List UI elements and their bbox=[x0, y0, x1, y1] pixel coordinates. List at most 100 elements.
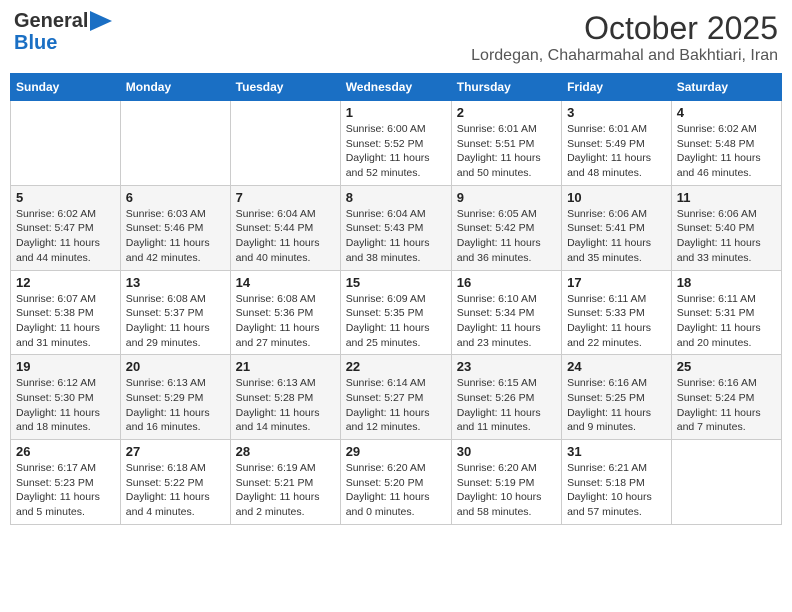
calendar-cell: 2 Sunrise: 6:01 AMSunset: 5:51 PMDaylight… bbox=[451, 101, 561, 186]
day-number: 6 bbox=[126, 190, 225, 205]
day-info: Sunrise: 6:20 AMSunset: 5:20 PMDaylight:… bbox=[346, 461, 446, 520]
calendar-week-row: 5 Sunrise: 6:02 AMSunset: 5:47 PMDaylight… bbox=[11, 185, 782, 270]
calendar-cell: 18 Sunrise: 6:11 AMSunset: 5:31 PMDayligh… bbox=[671, 270, 781, 355]
calendar-cell: 30 Sunrise: 6:20 AMSunset: 5:19 PMDayligh… bbox=[451, 440, 561, 525]
day-info: Sunrise: 6:21 AMSunset: 5:18 PMDaylight:… bbox=[567, 461, 666, 520]
day-info: Sunrise: 6:12 AMSunset: 5:30 PMDaylight:… bbox=[16, 376, 115, 435]
day-info: Sunrise: 6:10 AMSunset: 5:34 PMDaylight:… bbox=[457, 292, 556, 351]
calendar-table: SundayMondayTuesdayWednesdayThursdayFrid… bbox=[10, 73, 782, 525]
day-number: 21 bbox=[236, 359, 335, 374]
calendar-cell: 29 Sunrise: 6:20 AMSunset: 5:20 PMDayligh… bbox=[340, 440, 451, 525]
day-number: 25 bbox=[677, 359, 776, 374]
weekday-header-sunday: Sunday bbox=[11, 74, 121, 101]
day-number: 13 bbox=[126, 275, 225, 290]
day-info: Sunrise: 6:03 AMSunset: 5:46 PMDaylight:… bbox=[126, 207, 225, 266]
day-number: 5 bbox=[16, 190, 115, 205]
calendar-cell bbox=[230, 101, 340, 186]
logo-icon bbox=[90, 11, 112, 31]
calendar-cell: 9Sunrise: 6:05 AMSunset: 5:42 PMDaylight… bbox=[451, 185, 561, 270]
day-info: Sunrise: 6:05 AMSunset: 5:42 PMDaylight:… bbox=[457, 207, 556, 266]
day-number: 8 bbox=[346, 190, 446, 205]
calendar-cell: 17 Sunrise: 6:11 AMSunset: 5:33 PMDayligh… bbox=[562, 270, 672, 355]
day-info: Sunrise: 6:19 AMSunset: 5:21 PMDaylight:… bbox=[236, 461, 335, 520]
calendar-cell: 22 Sunrise: 6:14 AMSunset: 5:27 PMDayligh… bbox=[340, 355, 451, 440]
calendar-cell bbox=[120, 101, 230, 186]
day-info: Sunrise: 6:09 AMSunset: 5:35 PMDaylight:… bbox=[346, 292, 446, 351]
calendar-cell: 8 Sunrise: 6:04 AMSunset: 5:43 PMDaylight… bbox=[340, 185, 451, 270]
day-info: Sunrise: 6:06 AMSunset: 5:41 PMDaylight:… bbox=[567, 207, 666, 266]
calendar-cell: 3Sunrise: 6:01 AMSunset: 5:49 PMDaylight… bbox=[562, 101, 672, 186]
day-number: 1 bbox=[346, 105, 446, 120]
day-number: 23 bbox=[457, 359, 556, 374]
day-info: Sunrise: 6:04 AMSunset: 5:44 PMDaylight:… bbox=[236, 207, 335, 266]
day-info: Sunrise: 6:15 AMSunset: 5:26 PMDaylight:… bbox=[457, 376, 556, 435]
day-info: Sunrise: 6:11 AMSunset: 5:31 PMDaylight:… bbox=[677, 292, 776, 351]
day-info: Sunrise: 6:08 AMSunset: 5:37 PMDaylight:… bbox=[126, 292, 225, 351]
calendar-cell: 31 Sunrise: 6:21 AMSunset: 5:18 PMDayligh… bbox=[562, 440, 672, 525]
month-title: October 2025 bbox=[471, 10, 778, 47]
calendar-cell: 21 Sunrise: 6:13 AMSunset: 5:28 PMDayligh… bbox=[230, 355, 340, 440]
day-info: Sunrise: 6:18 AMSunset: 5:22 PMDaylight:… bbox=[126, 461, 225, 520]
weekday-header-saturday: Saturday bbox=[671, 74, 781, 101]
day-info: Sunrise: 6:16 AMSunset: 5:25 PMDaylight:… bbox=[567, 376, 666, 435]
calendar-cell: 11Sunrise: 6:06 AMSunset: 5:40 PMDayligh… bbox=[671, 185, 781, 270]
day-info: Sunrise: 6:00 AMSunset: 5:52 PMDaylight:… bbox=[346, 122, 446, 181]
logo-general-text: General bbox=[14, 10, 88, 32]
calendar-cell: 13 Sunrise: 6:08 AMSunset: 5:37 PMDayligh… bbox=[120, 270, 230, 355]
day-number: 27 bbox=[126, 444, 225, 459]
calendar-cell: 14Sunrise: 6:08 AMSunset: 5:36 PMDayligh… bbox=[230, 270, 340, 355]
day-info: Sunrise: 6:06 AMSunset: 5:40 PMDaylight:… bbox=[677, 207, 776, 266]
calendar-cell bbox=[11, 101, 121, 186]
day-info: Sunrise: 6:07 AMSunset: 5:38 PMDaylight:… bbox=[16, 292, 115, 351]
day-info: Sunrise: 6:13 AMSunset: 5:28 PMDaylight:… bbox=[236, 376, 335, 435]
day-info: Sunrise: 6:02 AMSunset: 5:48 PMDaylight:… bbox=[677, 122, 776, 181]
weekday-header-thursday: Thursday bbox=[451, 74, 561, 101]
day-info: Sunrise: 6:20 AMSunset: 5:19 PMDaylight:… bbox=[457, 461, 556, 520]
calendar-week-row: 12 Sunrise: 6:07 AMSunset: 5:38 PMDayligh… bbox=[11, 270, 782, 355]
calendar-cell: 24 Sunrise: 6:16 AMSunset: 5:25 PMDayligh… bbox=[562, 355, 672, 440]
calendar-cell: 1 Sunrise: 6:00 AMSunset: 5:52 PMDaylight… bbox=[340, 101, 451, 186]
calendar-week-row: 1 Sunrise: 6:00 AMSunset: 5:52 PMDaylight… bbox=[11, 101, 782, 186]
calendar-week-row: 19 Sunrise: 6:12 AMSunset: 5:30 PMDayligh… bbox=[11, 355, 782, 440]
day-number: 16 bbox=[457, 275, 556, 290]
calendar-cell: 5 Sunrise: 6:02 AMSunset: 5:47 PMDaylight… bbox=[11, 185, 121, 270]
calendar-cell: 4Sunrise: 6:02 AMSunset: 5:48 PMDaylight… bbox=[671, 101, 781, 186]
day-number: 22 bbox=[346, 359, 446, 374]
day-number: 19 bbox=[16, 359, 115, 374]
day-number: 10 bbox=[567, 190, 666, 205]
day-number: 29 bbox=[346, 444, 446, 459]
calendar-cell: 16 Sunrise: 6:10 AMSunset: 5:34 PMDayligh… bbox=[451, 270, 561, 355]
day-number: 24 bbox=[567, 359, 666, 374]
day-number: 18 bbox=[677, 275, 776, 290]
logo-blue-text: Blue bbox=[14, 32, 57, 54]
day-number: 30 bbox=[457, 444, 556, 459]
day-number: 2 bbox=[457, 105, 556, 120]
calendar-cell: 19 Sunrise: 6:12 AMSunset: 5:30 PMDayligh… bbox=[11, 355, 121, 440]
weekday-header-wednesday: Wednesday bbox=[340, 74, 451, 101]
calendar-cell: 10 Sunrise: 6:06 AMSunset: 5:41 PMDayligh… bbox=[562, 185, 672, 270]
weekday-header-tuesday: Tuesday bbox=[230, 74, 340, 101]
weekday-header-row: SundayMondayTuesdayWednesdayThursdayFrid… bbox=[11, 74, 782, 101]
calendar-cell: 6 Sunrise: 6:03 AMSunset: 5:46 PMDaylight… bbox=[120, 185, 230, 270]
calendar-cell: 23 Sunrise: 6:15 AMSunset: 5:26 PMDayligh… bbox=[451, 355, 561, 440]
day-number: 28 bbox=[236, 444, 335, 459]
calendar-week-row: 26Sunrise: 6:17 AMSunset: 5:23 PMDayligh… bbox=[11, 440, 782, 525]
title-area: October 2025 Lordegan, Chaharmahal and B… bbox=[471, 10, 778, 65]
day-number: 14 bbox=[236, 275, 335, 290]
day-info: Sunrise: 6:11 AMSunset: 5:33 PMDaylight:… bbox=[567, 292, 666, 351]
day-info: Sunrise: 6:01 AMSunset: 5:49 PMDaylight:… bbox=[567, 122, 666, 181]
weekday-header-monday: Monday bbox=[120, 74, 230, 101]
day-info: Sunrise: 6:01 AMSunset: 5:51 PMDaylight:… bbox=[457, 122, 556, 181]
day-info: Sunrise: 6:02 AMSunset: 5:47 PMDaylight:… bbox=[16, 207, 115, 266]
calendar-cell bbox=[671, 440, 781, 525]
day-number: 17 bbox=[567, 275, 666, 290]
day-info: Sunrise: 6:04 AMSunset: 5:43 PMDaylight:… bbox=[346, 207, 446, 266]
day-number: 26 bbox=[16, 444, 115, 459]
day-number: 12 bbox=[16, 275, 115, 290]
day-number: 20 bbox=[126, 359, 225, 374]
day-info: Sunrise: 6:14 AMSunset: 5:27 PMDaylight:… bbox=[346, 376, 446, 435]
calendar-cell: 26Sunrise: 6:17 AMSunset: 5:23 PMDayligh… bbox=[11, 440, 121, 525]
calendar-cell: 28 Sunrise: 6:19 AMSunset: 5:21 PMDayligh… bbox=[230, 440, 340, 525]
day-number: 31 bbox=[567, 444, 666, 459]
calendar-cell: 7Sunrise: 6:04 AMSunset: 5:44 PMDaylight… bbox=[230, 185, 340, 270]
